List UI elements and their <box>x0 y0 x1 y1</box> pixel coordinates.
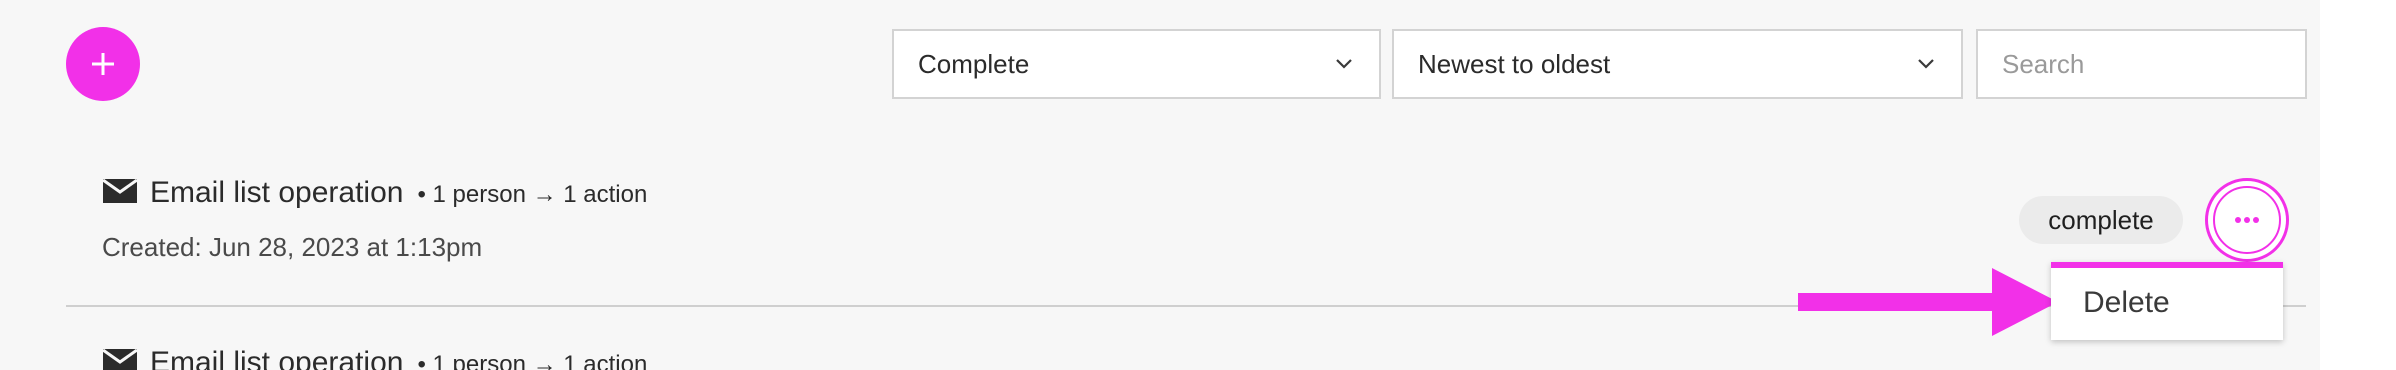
more-horizontal-icon <box>2235 217 2259 223</box>
operation-header: Email list operation • 1 person → 1 acti… <box>102 344 647 370</box>
add-operation-button[interactable] <box>66 27 140 101</box>
delete-menu-item[interactable]: Delete <box>2083 286 2170 320</box>
row-actions-menu: Delete <box>2051 262 2283 340</box>
chevron-down-icon <box>1336 59 1352 69</box>
operation-meta: • 1 person → 1 action <box>417 181 648 208</box>
sort-order-select[interactable]: Newest to oldest <box>1392 29 1963 99</box>
chevron-down-icon <box>1918 59 1934 69</box>
status-badge: complete <box>2019 196 2183 244</box>
operation-meta: • 1 person → 1 action <box>417 351 648 370</box>
mail-icon <box>102 348 138 370</box>
arrow-right-icon <box>1798 268 2058 336</box>
operation-header: Email list operation • 1 person → 1 acti… <box>102 174 647 210</box>
sort-order-value: Newest to oldest <box>1418 48 1611 79</box>
status-filter-value: Complete <box>918 48 1030 79</box>
operation-title: Email list operation <box>150 346 404 370</box>
operation-title: Email list operation <box>150 176 404 209</box>
search-input[interactable] <box>1976 29 2307 99</box>
operation-created-date: Created: Jun 28, 2023 at 1:13pm <box>102 232 483 262</box>
right-gutter <box>2320 0 2396 370</box>
status-filter-select[interactable]: Complete <box>892 29 1381 99</box>
mail-icon <box>102 178 138 203</box>
row-actions-button[interactable] <box>2205 178 2289 262</box>
plus-icon <box>92 53 114 75</box>
operations-page: Complete Newest to oldest Email list ope… <box>0 0 2396 370</box>
